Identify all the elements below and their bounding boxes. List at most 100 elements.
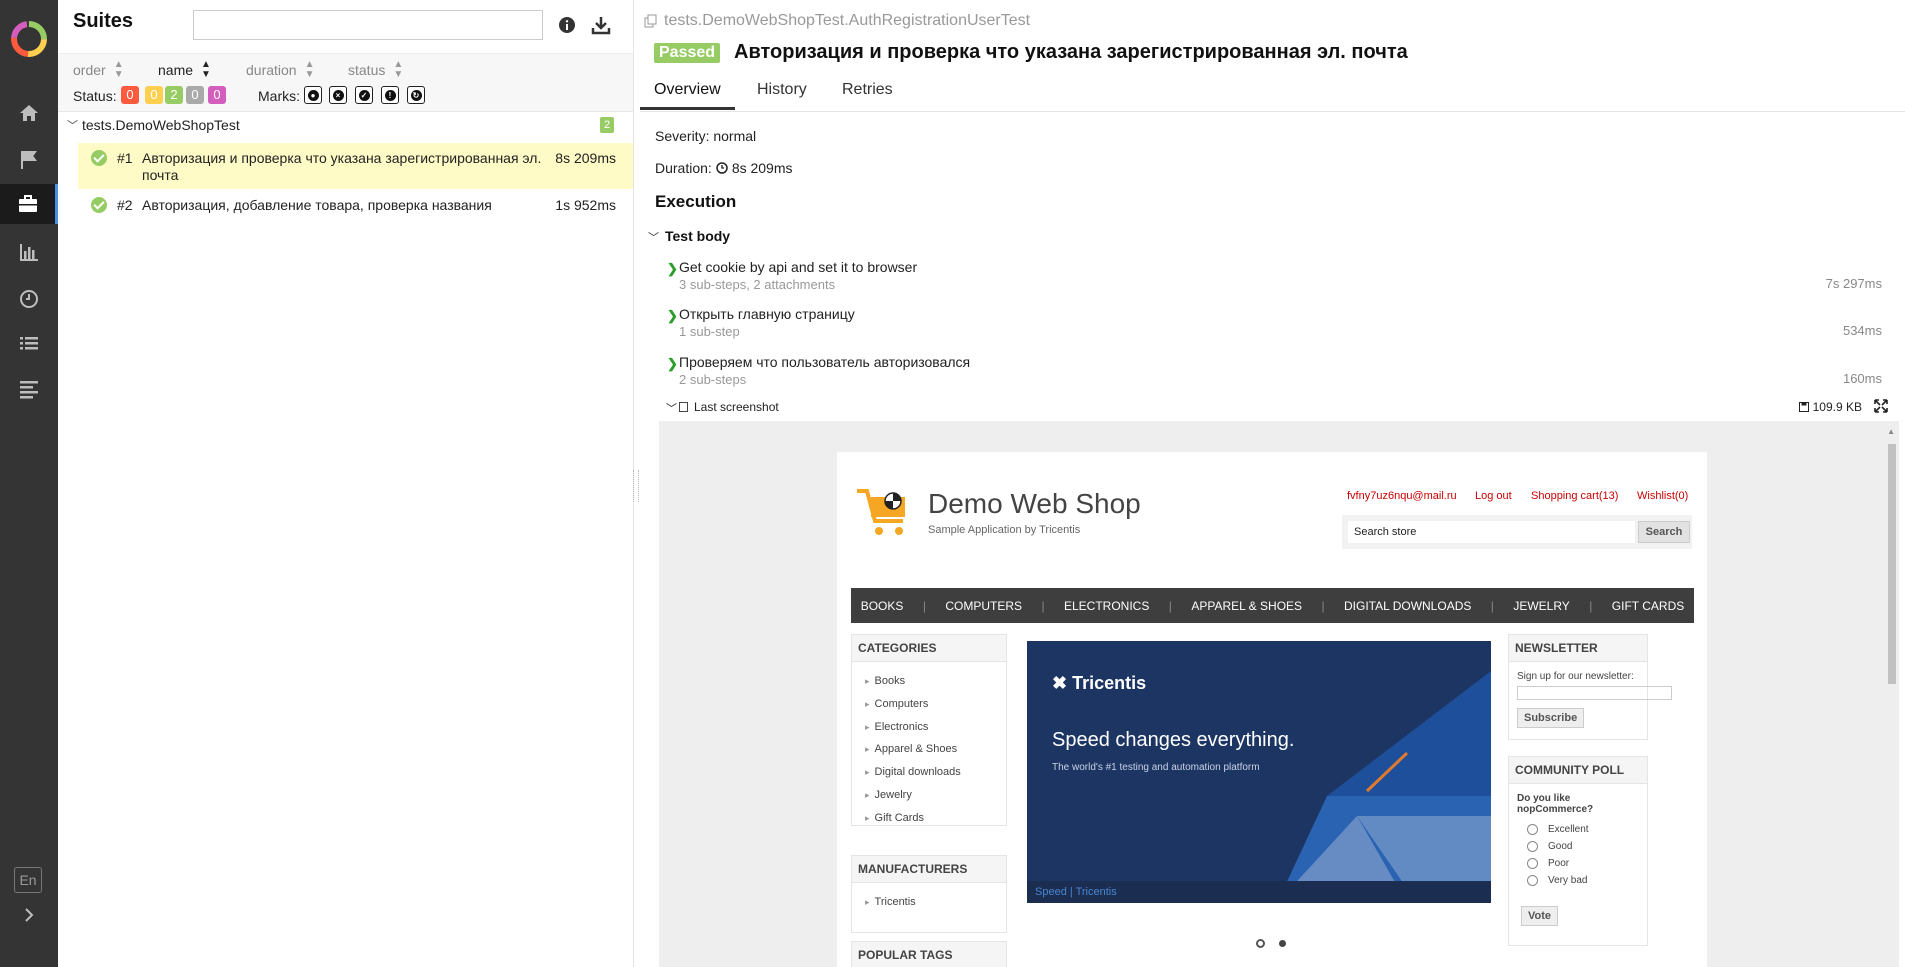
sort-icon: ▲ ▼: [393, 59, 404, 80]
suite-group-name: tests.DemoWebShopTest: [82, 117, 240, 133]
status-skipped-toggle[interactable]: 0: [186, 86, 204, 104]
allure-logo[interactable]: [10, 20, 48, 58]
shop-search-input: Search store: [1348, 521, 1635, 543]
chevron-right-icon[interactable]: [19, 905, 39, 925]
newsletter-title: NEWSLETTER: [1509, 635, 1647, 662]
chevron-down-icon: ﹀: [648, 232, 659, 244]
slider-dot: [1256, 939, 1265, 948]
radio-icon: [1527, 841, 1538, 852]
sort-bar: order ▲ ▼ name ▲ ▼ duration ▲ ▼ status ▲ ▼: [58, 53, 633, 86]
screenshot-scrollbar[interactable]: [1887, 432, 1897, 967]
test-body-label: Test body: [665, 228, 731, 244]
mark-new-failed-toggle[interactable]: ×: [329, 86, 347, 104]
test-duration: 8s 209ms: [555, 150, 616, 166]
nav-suites[interactable]: [0, 184, 58, 224]
subscribe-button: Subscribe: [1517, 708, 1585, 728]
test-number: #1: [117, 150, 133, 166]
radio-icon: [1527, 824, 1538, 835]
step-substeps: 1 sub-step: [679, 324, 740, 339]
radio-icon: [1527, 875, 1538, 886]
search-input[interactable]: [193, 10, 543, 40]
test-row[interactable]: #2 Авторизация, добавление товара, прове…: [78, 191, 633, 217]
test-title: Авторизация, добавление товара, проверка…: [142, 197, 492, 213]
tab-retries[interactable]: Retries: [842, 81, 893, 110]
attachment-screenshot: ▲ Demo Web Shop Sample Application by Tr…: [659, 421, 1899, 967]
flag-icon: [21, 151, 37, 169]
nav-timeline[interactable]: [0, 279, 58, 319]
nav-packages[interactable]: [0, 369, 58, 409]
status-failed-toggle[interactable]: 0: [121, 86, 139, 104]
clock-icon: [716, 162, 728, 174]
sort-icon: ▲ ▼: [113, 59, 124, 80]
nav-graphs[interactable]: [0, 232, 58, 272]
attachment-row[interactable]: ﹀ Last screenshot 109.9 KB: [666, 399, 1888, 419]
sort-status[interactable]: status ▲ ▼: [348, 60, 403, 80]
list-icon: [20, 337, 38, 350]
categories-title: CATEGORIES: [852, 635, 1006, 662]
language-switch[interactable]: En: [14, 867, 42, 893]
slider-brand-text: Tricentis: [1072, 673, 1147, 693]
duration-value: 8s 209ms: [731, 160, 793, 176]
suite-group[interactable]: ﹀ tests.DemoWebShopTest 2: [58, 113, 633, 137]
exclamation-circle-icon: !: [384, 89, 396, 101]
test-body-toggle[interactable]: ﹀ Test body: [648, 228, 730, 245]
step-name: Проверяем что пользователь авторизовался: [679, 354, 971, 370]
mark-new-broken-toggle[interactable]: !: [381, 86, 399, 104]
home-icon: [20, 105, 38, 121]
mark-retries-toggle[interactable]: ↻: [407, 86, 425, 104]
step-row[interactable]: ❯ Get cookie by api and set it to browse…: [667, 259, 1882, 295]
step-row[interactable]: ❯ Открыть главную страницу 1 sub-step 53…: [667, 306, 1882, 342]
panel-resizer[interactable]: [633, 470, 639, 502]
severity: Severity: normal: [655, 128, 757, 144]
test-title: Авторизация и проверка что указана зарег…: [142, 150, 542, 183]
radio-icon: [1527, 858, 1538, 869]
status-filter-bar: Status: 0 0 2 0 0 Marks: ● × ✓ ! ↻: [58, 85, 633, 112]
nav-behaviors[interactable]: [0, 324, 58, 364]
tab-history[interactable]: History: [757, 81, 807, 110]
poll-option: Poor: [1527, 858, 1569, 869]
sort-name[interactable]: name ▲ ▼: [158, 60, 211, 80]
step-name: Get cookie by api and set it to browser: [679, 259, 918, 275]
check-circle-icon: ✓: [358, 89, 370, 101]
test-duration: 1s 952ms: [555, 197, 616, 213]
step-row[interactable]: ❯ Проверяем что пользователь авторизовал…: [667, 354, 1882, 390]
chevron-right-icon: ❯: [667, 261, 678, 276]
status-passed-toggle[interactable]: 2: [165, 86, 183, 104]
status-unknown-toggle[interactable]: 0: [208, 86, 226, 104]
shop-subtitle: Sample Application by Tricentis: [928, 524, 1081, 536]
info-icon[interactable]: [558, 16, 576, 34]
status-broken-toggle[interactable]: 0: [145, 86, 163, 104]
status-badge: Passed: [654, 43, 721, 63]
download-icon[interactable]: [591, 15, 611, 35]
tab-bar: Overview History Retries: [640, 72, 1905, 112]
nav-overview[interactable]: [0, 93, 58, 133]
sort-duration[interactable]: duration ▲ ▼: [246, 60, 315, 80]
menu-item: COMPUTERS: [945, 598, 1023, 613]
passed-icon: [91, 150, 107, 166]
mark-flaky-toggle[interactable]: ●: [304, 86, 322, 104]
newsletter-label: Sign up for our newsletter:: [1517, 671, 1634, 682]
test-row[interactable]: #1 Авторизация и проверка что указана за…: [78, 143, 633, 189]
category-item: Apparel & Shoes: [865, 743, 958, 755]
execution-heading: Execution: [655, 192, 737, 211]
tab-overview[interactable]: Overview: [640, 81, 735, 110]
copy-icon[interactable]: [644, 14, 658, 28]
promo-slider: ✖ Tricentis Speed changes everything. Th…: [1027, 641, 1491, 903]
mark-new-passed-toggle[interactable]: ✓: [355, 86, 373, 104]
poll-option: Good: [1527, 841, 1572, 852]
menu-item: APPAREL & SHOES: [1191, 598, 1303, 613]
newsletter-input: [1517, 686, 1672, 700]
category-item: Computers: [865, 698, 929, 710]
nav-categories[interactable]: [0, 140, 58, 180]
tricentis-x-icon: ✖: [1052, 673, 1073, 693]
shop-search-button: Search: [1638, 521, 1690, 543]
shop-search: Search store Search: [1342, 515, 1692, 549]
step-substeps: 2 sub-steps: [679, 372, 747, 387]
poll-option: Very bad: [1527, 875, 1587, 886]
poll-question: Do you like nopCommerce?: [1517, 793, 1594, 815]
refresh-icon: ↻: [410, 89, 422, 101]
category-item: Books: [865, 675, 906, 687]
scrollbar-thumb[interactable]: [1888, 444, 1896, 684]
expand-icon[interactable]: [1874, 399, 1888, 413]
sort-order[interactable]: order ▲ ▼: [73, 60, 124, 80]
